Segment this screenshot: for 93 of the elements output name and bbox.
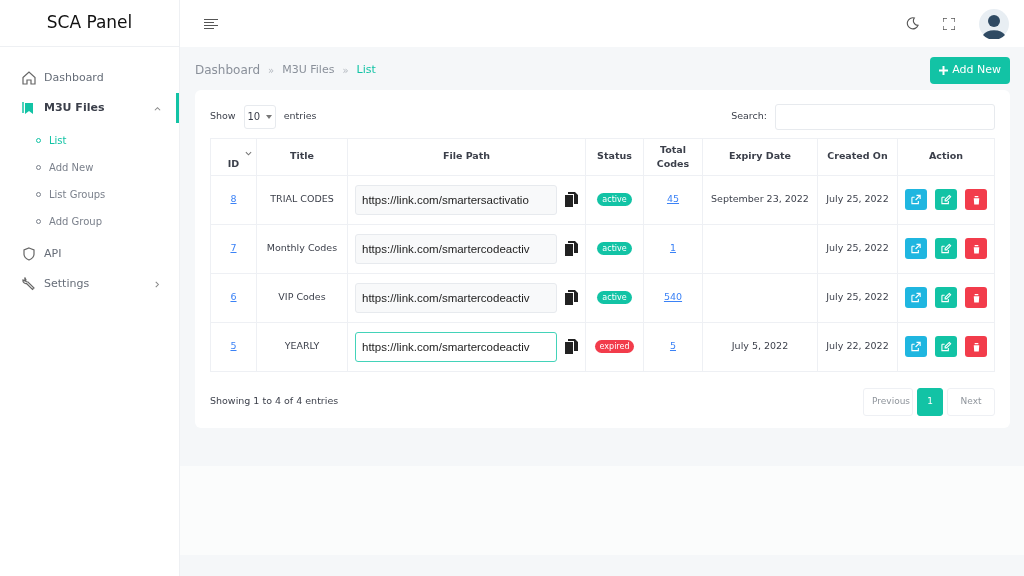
file-path-field[interactable]: https://link.com/smartercodeactiv [355,282,557,313]
id-link[interactable]: 6 [230,291,237,303]
total-codes-link[interactable]: 5 [669,340,676,352]
table-cell: July 5, 2022 [731,340,789,352]
sidebar-item[interactable]: M3U Files [0,93,179,123]
breadcrumb-link[interactable]: Dashboard [195,61,261,80]
table-cell: YEARLY [284,340,320,352]
brand-title: SCA Panel [46,11,133,35]
edit-button[interactable] [935,287,957,308]
chevron-icon [154,104,161,112]
breadcrumb-separator: » [342,63,349,78]
shield-icon [22,247,36,261]
edit-icon [940,340,952,353]
copy-icon[interactable] [565,339,578,354]
column-header: Title [290,150,314,162]
file-path-field[interactable]: https://link.com/smartersactivatio [355,184,557,215]
open-button[interactable] [905,189,927,210]
edit-icon [940,242,952,255]
breadcrumb-link[interactable]: List [356,62,376,79]
delete-button[interactable] [965,238,987,259]
menu-icon[interactable] [204,18,218,29]
total-codes-link[interactable]: 45 [666,193,680,205]
total-codes-link[interactable]: 540 [663,291,683,303]
status-badge: active [597,242,632,256]
sidebar-item[interactable]: Settings [0,269,179,299]
home-icon [22,71,36,85]
total-codes-link[interactable]: 1 [669,242,676,254]
sort-icon[interactable] [245,150,252,156]
edit-icon [940,291,952,304]
submenu-item[interactable]: Add New [0,154,179,181]
page-size-select[interactable]: 10 [243,104,276,129]
column-header: Status [597,150,632,162]
column-header: Action [928,150,964,162]
table-cell: July 25, 2022 [826,242,889,254]
status-badge: active [597,291,632,305]
breadcrumb-link[interactable]: M3U Files [282,62,335,79]
caret-icon [265,114,272,119]
status-badge: expired [594,340,635,354]
table-cell: TRIAL CODES [270,193,334,205]
table-cell: July 25, 2022 [826,291,889,303]
avatar-icon[interactable] [979,8,1009,39]
copy-icon[interactable] [565,241,578,256]
search-label: Search: [731,109,767,124]
column-header: Created On [827,150,888,162]
search-field[interactable] [775,103,995,130]
table-info: Showing 1 to 4 of 4 entries [210,394,339,409]
pagination-button[interactable]: 1 [917,387,943,416]
add-new-button[interactable]: Add New [930,57,1010,84]
status-badge: active [597,193,632,207]
delete-button[interactable] [965,336,987,357]
column-header: Expiry Date [728,150,792,162]
external-link-icon [910,291,922,304]
moon-icon[interactable] [906,17,919,30]
length-label: Show [210,109,236,124]
chevron-icon [154,280,161,288]
column-header: Total Codes [656,144,690,170]
submenu-item[interactable]: List [0,127,179,154]
table-cell: July 25, 2022 [826,193,889,205]
sidebar-item[interactable]: Dashboard [0,63,179,93]
table-cell: July 22, 2022 [826,340,889,352]
bookmark-icon [22,101,36,115]
copy-icon[interactable] [565,290,578,305]
delete-button[interactable] [965,287,987,308]
table-cell: Monthly Codes [266,242,338,254]
id-link[interactable]: 5 [230,340,237,352]
id-link[interactable]: 7 [230,242,237,254]
table-cell: September 23, 2022 [711,193,809,205]
file-path-field[interactable]: https://link.com/smartercodeactiv [355,331,557,362]
edit-button[interactable] [935,189,957,210]
plus-icon [939,65,949,75]
open-button[interactable] [905,238,927,259]
id-link[interactable]: 8 [230,193,237,205]
column-header: File Path [442,150,491,162]
file-path-field[interactable]: https://link.com/smartercodeactiv [355,233,557,264]
sidebar-item[interactable]: API [0,239,179,269]
copy-icon[interactable] [565,192,578,207]
submenu-item[interactable]: Add Group [0,208,179,235]
open-button[interactable] [905,336,927,357]
edit-icon [940,193,952,206]
length-label: entries [283,109,317,124]
delete-button[interactable] [965,189,987,210]
open-button[interactable] [905,287,927,308]
external-link-icon [910,340,922,353]
wrench-icon [22,277,36,291]
table-cell: VIP Codes [278,291,326,303]
submenu-item[interactable]: List Groups [0,181,179,208]
external-link-icon [910,242,922,255]
edit-button[interactable] [935,238,957,259]
fullscreen-icon[interactable] [943,17,955,30]
breadcrumb-separator: » [268,63,275,78]
edit-button[interactable] [935,336,957,357]
column-header[interactable]: ID [227,158,240,170]
external-link-icon [910,193,922,206]
